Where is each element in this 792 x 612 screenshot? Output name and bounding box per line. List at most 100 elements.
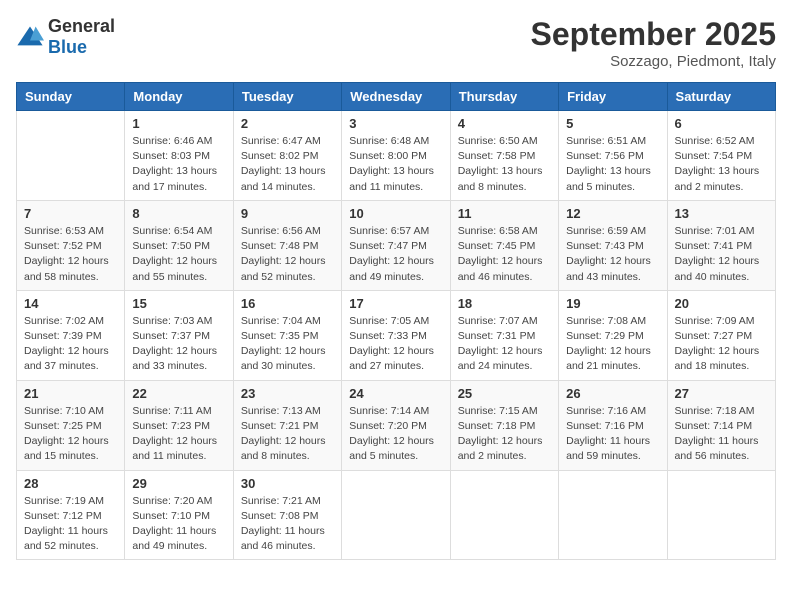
day-info: Sunrise: 7:16 AMSunset: 7:16 PMDaylight:…	[566, 404, 659, 465]
day-info: Sunrise: 7:15 AMSunset: 7:18 PMDaylight:…	[458, 404, 551, 465]
day-info: Sunrise: 7:02 AMSunset: 7:39 PMDaylight:…	[24, 314, 117, 375]
day-number: 12	[566, 206, 659, 221]
calendar-cell: 15 Sunrise: 7:03 AMSunset: 7:37 PMDayligh…	[125, 290, 233, 380]
day-number: 4	[458, 116, 551, 131]
calendar-cell	[342, 470, 450, 560]
day-number: 26	[566, 386, 659, 401]
day-info: Sunrise: 7:03 AMSunset: 7:37 PMDaylight:…	[132, 314, 225, 375]
calendar-cell: 11 Sunrise: 6:58 AMSunset: 7:45 PMDayligh…	[450, 200, 558, 290]
day-number: 19	[566, 296, 659, 311]
day-info: Sunrise: 6:56 AMSunset: 7:48 PMDaylight:…	[241, 224, 334, 285]
calendar-cell: 18Sunrise: 7:07 AMSunset: 7:31 PMDayligh…	[450, 290, 558, 380]
day-info: Sunrise: 7:04 AMSunset: 7:35 PMDaylight:…	[241, 314, 334, 375]
calendar-cell: 13 Sunrise: 7:01 AMSunset: 7:41 PMDayligh…	[667, 200, 775, 290]
calendar-cell: 1 Sunrise: 6:46 AMSunset: 8:03 PMDaylight…	[125, 111, 233, 201]
calendar-cell: 30 Sunrise: 7:21 AMSunset: 7:08 PMDayligh…	[233, 470, 341, 560]
day-number: 13	[675, 206, 768, 221]
day-number: 16	[241, 296, 334, 311]
calendar-cell: 9 Sunrise: 6:56 AMSunset: 7:48 PMDaylight…	[233, 200, 341, 290]
day-info: Sunrise: 6:54 AMSunset: 7:50 PMDaylight:…	[132, 224, 225, 285]
day-of-week-header: Sunday	[17, 83, 125, 111]
day-info: Sunrise: 6:50 AMSunset: 7:58 PMDaylight:…	[458, 134, 551, 195]
calendar-cell	[667, 470, 775, 560]
calendar-cell: 26 Sunrise: 7:16 AMSunset: 7:16 PMDayligh…	[559, 380, 667, 470]
day-number: 25	[458, 386, 551, 401]
day-info: Sunrise: 7:01 AMSunset: 7:41 PMDaylight:…	[675, 224, 768, 285]
calendar-cell: 25 Sunrise: 7:15 AMSunset: 7:18 PMDayligh…	[450, 380, 558, 470]
day-number: 3	[349, 116, 442, 131]
day-number: 15	[132, 296, 225, 311]
calendar-cell: 28 Sunrise: 7:19 AMSunset: 7:12 PMDayligh…	[17, 470, 125, 560]
calendar-cell: 14 Sunrise: 7:02 AMSunset: 7:39 PMDayligh…	[17, 290, 125, 380]
calendar-cell: 27 Sunrise: 7:18 AMSunset: 7:14 PMDayligh…	[667, 380, 775, 470]
calendar-cell: 19Sunrise: 7:08 AMSunset: 7:29 PMDayligh…	[559, 290, 667, 380]
day-number: 27	[675, 386, 768, 401]
calendar-week: 1 Sunrise: 6:46 AMSunset: 8:03 PMDaylight…	[17, 111, 776, 201]
day-number: 24	[349, 386, 442, 401]
day-info: Sunrise: 6:57 AMSunset: 7:47 PMDaylight:…	[349, 224, 442, 285]
calendar-cell: 6Sunrise: 6:52 AMSunset: 7:54 PMDaylight…	[667, 111, 775, 201]
day-of-week-header: Monday	[125, 83, 233, 111]
day-number: 11	[458, 206, 551, 221]
day-number: 21	[24, 386, 117, 401]
calendar-cell: 12 Sunrise: 6:59 AMSunset: 7:43 PMDayligh…	[559, 200, 667, 290]
day-of-week-header: Wednesday	[342, 83, 450, 111]
calendar-cell: 29Sunrise: 7:20 AMSunset: 7:10 PMDayligh…	[125, 470, 233, 560]
day-info: Sunrise: 7:20 AMSunset: 7:10 PMDaylight:…	[132, 494, 225, 555]
day-info: Sunrise: 6:58 AMSunset: 7:45 PMDaylight:…	[458, 224, 551, 285]
calendar-cell	[559, 470, 667, 560]
day-info: Sunrise: 6:53 AMSunset: 7:52 PMDaylight:…	[24, 224, 117, 285]
day-of-week-header: Tuesday	[233, 83, 341, 111]
day-number: 9	[241, 206, 334, 221]
calendar-week: 21 Sunrise: 7:10 AMSunset: 7:25 PMDayligh…	[17, 380, 776, 470]
day-info: Sunrise: 7:05 AMSunset: 7:33 PMDaylight:…	[349, 314, 442, 375]
logo-icon	[16, 23, 44, 51]
day-number: 14	[24, 296, 117, 311]
day-number: 28	[24, 476, 117, 491]
calendar-cell	[17, 111, 125, 201]
day-info: Sunrise: 7:13 AMSunset: 7:21 PMDaylight:…	[241, 404, 334, 465]
day-of-week-header: Friday	[559, 83, 667, 111]
day-number: 5	[566, 116, 659, 131]
logo-general: General	[48, 16, 115, 36]
calendar-table: SundayMondayTuesdayWednesdayThursdayFrid…	[16, 82, 776, 560]
day-of-week-header: Thursday	[450, 83, 558, 111]
logo: General Blue	[16, 16, 115, 58]
day-number: 23	[241, 386, 334, 401]
day-number: 8	[132, 206, 225, 221]
day-info: Sunrise: 6:46 AMSunset: 8:03 PMDaylight:…	[132, 134, 225, 195]
calendar-week: 28 Sunrise: 7:19 AMSunset: 7:12 PMDayligh…	[17, 470, 776, 560]
day-number: 30	[241, 476, 334, 491]
calendar-cell: 3 Sunrise: 6:48 AMSunset: 8:00 PMDaylight…	[342, 111, 450, 201]
logo-blue: Blue	[48, 37, 87, 57]
calendar-cell: 21 Sunrise: 7:10 AMSunset: 7:25 PMDayligh…	[17, 380, 125, 470]
day-info: Sunrise: 7:14 AMSunset: 7:20 PMDaylight:…	[349, 404, 442, 465]
day-number: 22	[132, 386, 225, 401]
day-number: 1	[132, 116, 225, 131]
day-info: Sunrise: 7:10 AMSunset: 7:25 PMDaylight:…	[24, 404, 117, 465]
location: Sozzago, Piedmont, Italy	[531, 53, 776, 70]
day-info: Sunrise: 6:48 AMSunset: 8:00 PMDaylight:…	[349, 134, 442, 195]
calendar-week: 7 Sunrise: 6:53 AMSunset: 7:52 PMDaylight…	[17, 200, 776, 290]
day-info: Sunrise: 7:19 AMSunset: 7:12 PMDaylight:…	[24, 494, 117, 555]
calendar-cell: 20 Sunrise: 7:09 AMSunset: 7:27 PMDayligh…	[667, 290, 775, 380]
day-info: Sunrise: 7:18 AMSunset: 7:14 PMDaylight:…	[675, 404, 768, 465]
calendar-week: 14 Sunrise: 7:02 AMSunset: 7:39 PMDayligh…	[17, 290, 776, 380]
day-info: Sunrise: 6:59 AMSunset: 7:43 PMDaylight:…	[566, 224, 659, 285]
day-info: Sunrise: 7:11 AMSunset: 7:23 PMDaylight:…	[132, 404, 225, 465]
day-info: Sunrise: 6:51 AMSunset: 7:56 PMDaylight:…	[566, 134, 659, 195]
day-info: Sunrise: 7:21 AMSunset: 7:08 PMDaylight:…	[241, 494, 334, 555]
calendar-cell: 16 Sunrise: 7:04 AMSunset: 7:35 PMDayligh…	[233, 290, 341, 380]
day-number: 2	[241, 116, 334, 131]
day-number: 20	[675, 296, 768, 311]
calendar-cell: 2Sunrise: 6:47 AMSunset: 8:02 PMDaylight…	[233, 111, 341, 201]
day-number: 10	[349, 206, 442, 221]
day-info: Sunrise: 7:09 AMSunset: 7:27 PMDaylight:…	[675, 314, 768, 375]
calendar-cell: 24 Sunrise: 7:14 AMSunset: 7:20 PMDayligh…	[342, 380, 450, 470]
day-number: 7	[24, 206, 117, 221]
calendar-cell: 23 Sunrise: 7:13 AMSunset: 7:21 PMDayligh…	[233, 380, 341, 470]
day-number: 6	[675, 116, 768, 131]
calendar-cell: 22 Sunrise: 7:11 AMSunset: 7:23 PMDayligh…	[125, 380, 233, 470]
calendar-cell: 5 Sunrise: 6:51 AMSunset: 7:56 PMDaylight…	[559, 111, 667, 201]
day-number: 18	[458, 296, 551, 311]
